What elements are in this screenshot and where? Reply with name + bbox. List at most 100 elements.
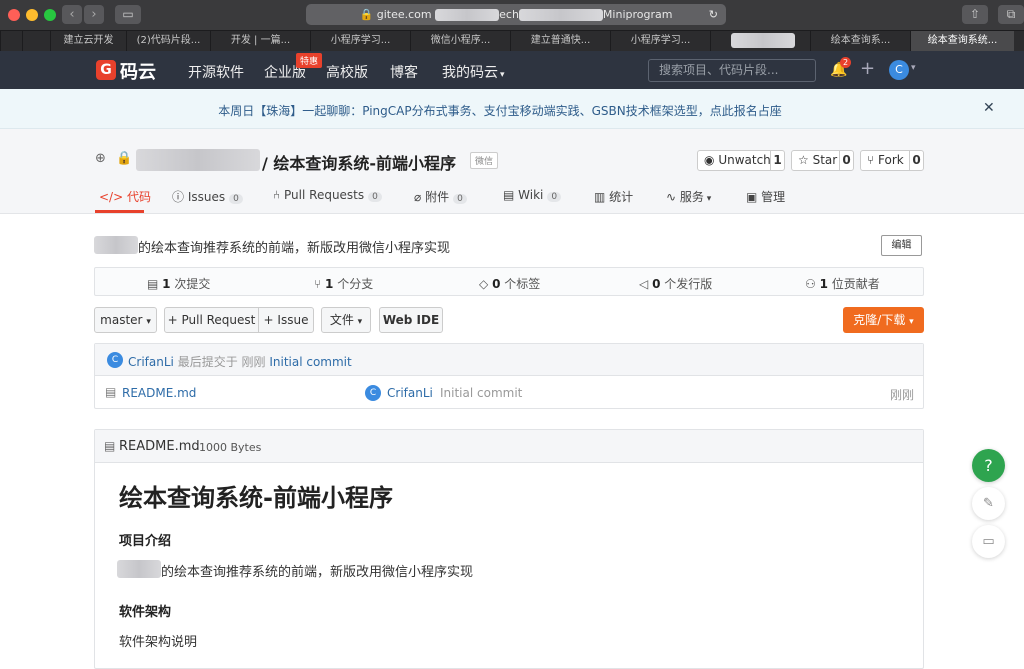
nav-university[interactable]: 高校版 (326, 62, 368, 82)
browser-tab[interactable] (710, 31, 810, 51)
tab-services[interactable]: ∿ 服务 ▾ (666, 188, 711, 205)
chevron-down-icon: ▾ (500, 70, 505, 80)
lock-icon: 🔒 (359, 8, 374, 21)
nav-my-gitee[interactable]: 我的码云 ▾ (442, 62, 505, 82)
redacted-owner (136, 149, 260, 171)
tab-manage[interactable]: ▣ 管理 (746, 188, 785, 205)
chevron-down-icon[interactable]: ▾ (911, 63, 916, 73)
new-pull-request-button[interactable]: + Pull Request (164, 307, 259, 333)
stat-tags[interactable]: ◇ 0 个标签 (479, 275, 540, 292)
minimize-window-button[interactable] (26, 9, 38, 21)
star-count[interactable]: 0 (839, 151, 853, 170)
fork-button[interactable]: ⑂ Fork 0 (860, 150, 924, 171)
browser-tab[interactable] (22, 31, 50, 51)
readme-filename: README.md (119, 439, 200, 454)
chat-icon[interactable]: ▭ (972, 525, 1005, 558)
avatar[interactable]: C (365, 385, 381, 401)
new-issue-button[interactable]: + Issue (258, 307, 314, 333)
stat-contributors[interactable]: ⚇ 1 位贡献者 (805, 275, 880, 292)
nav-opensource[interactable]: 开源软件 (188, 62, 244, 82)
file-author-link[interactable]: CrifanLi (387, 386, 433, 400)
readme-size: 1000 Bytes (199, 441, 262, 454)
browser-tab-active[interactable]: 绘本查询系统... (910, 31, 1014, 51)
stat-number: 0 (652, 277, 661, 291)
forward-button[interactable]: › (84, 5, 104, 24)
redacted-url (518, 9, 603, 21)
stat-number: 0 (492, 277, 501, 291)
stat-branches[interactable]: ⑂ 1 个分支 (314, 275, 373, 292)
browser-tab[interactable]: 绘本查询系... (810, 31, 910, 51)
commit-message-link[interactable]: Initial commit (269, 355, 351, 369)
clone-download-button[interactable]: 克隆/下载 ▾ (843, 307, 924, 333)
files-menu-button[interactable]: 文件 ▾ (321, 307, 371, 333)
stat-releases[interactable]: ◁ 0 个发行版 (639, 275, 712, 292)
repo-stats-bar: ▤ 1 次提交 ⑂ 1 个分支 ◇ 0 个标签 ◁ 0 个发行版 ⚇ 1 位贡献… (94, 267, 924, 296)
tab-pull-requests[interactable]: ⑃ Pull Requests 0 (273, 188, 382, 202)
stat-label: 位贡献者 (831, 277, 880, 291)
browser-tab[interactable]: 建立云开发 (50, 31, 126, 51)
browser-tab[interactable] (0, 31, 22, 51)
unwatch-button[interactable]: ◉ Unwatch 1 (697, 150, 785, 171)
tab-label: 代码 (126, 190, 151, 204)
nav-my-gitee-label: 我的码云 (442, 65, 498, 81)
share-icon[interactable]: ⇧ (962, 5, 988, 24)
browser-tab[interactable]: 小程序学习... (310, 31, 410, 51)
avatar[interactable]: C (107, 352, 123, 368)
fork-label: Fork (878, 153, 904, 167)
repo-header: ⊕ 🔒 / 绘本查询系统-前端小程序 微信 ◉ Unwatch 1 ☆ Star 0… (0, 129, 1024, 214)
gitee-logo-icon[interactable]: G (96, 60, 116, 80)
tabs-overview-icon[interactable]: ⧉ (998, 5, 1024, 24)
tab-wiki[interactable]: ▤ Wiki 0 (503, 188, 562, 202)
file-name-link[interactable]: README.md (122, 386, 196, 400)
stat-label: 次提交 (174, 277, 211, 291)
address-bar[interactable]: 🔒 gitee.com ech Miniprogram ↻ (306, 4, 726, 25)
feedback-edit-icon[interactable]: ✎ (972, 487, 1005, 520)
browser-tab[interactable]: 微信小程序... (410, 31, 510, 51)
back-button[interactable]: ‹ (62, 5, 82, 24)
browser-tab[interactable]: (2)代码片段... (126, 31, 210, 51)
zoom-window-button[interactable] (44, 9, 56, 21)
tab-issues[interactable]: ⓘ Issues 0 (172, 188, 243, 205)
tab-count: 0 (368, 192, 382, 202)
lock-icon: 🔒 (116, 151, 133, 166)
file-commit-message[interactable]: Initial commit (440, 386, 522, 400)
tab-attachments[interactable]: ⌀ 附件 0 (414, 188, 467, 205)
file-commit-time: 刚刚 (890, 388, 915, 402)
browser-tab[interactable]: 开发 | 一篇... (210, 31, 310, 51)
site-logo-text[interactable]: 码云 (120, 58, 156, 84)
announcement-link[interactable]: 本周日【珠海】一起聊聊：PingCAP分布式事务、支付宝移动端实践、GSBN技术… (0, 102, 1000, 119)
nav-blog[interactable]: 博客 (390, 62, 418, 82)
commit-meta: 最后提交于 刚刚 (177, 355, 266, 369)
tab-stats[interactable]: ▥ 统计 (594, 188, 633, 205)
sidebar-toggle-icon[interactable]: ▭ (115, 5, 141, 24)
plus-icon[interactable]: + (860, 58, 875, 79)
edit-description-button[interactable]: 编辑 (881, 235, 922, 256)
repo-title[interactable]: / 绘本查询系统-前端小程序 (262, 150, 456, 174)
fork-count[interactable]: 0 (909, 151, 923, 170)
tab-label: Wiki (518, 188, 544, 202)
star-button[interactable]: ☆ Star 0 (791, 150, 854, 171)
browser-toolbar: ‹ › ▭ 🔒 gitee.com ech Miniprogram ↻ ⇧ ⧉ (0, 0, 1024, 30)
tab-code[interactable]: </> 代码 (99, 188, 151, 205)
repo-tag-badge[interactable]: 微信 (470, 152, 499, 169)
browser-tab[interactable]: 小程序学习... (610, 31, 710, 51)
stat-commits[interactable]: ▤ 1 次提交 (147, 275, 210, 292)
watch-count[interactable]: 1 (770, 151, 784, 170)
branch-icon: ⑂ (314, 277, 322, 291)
commit-author-link[interactable]: CrifanLi (128, 355, 174, 369)
close-icon[interactable]: ✕ (983, 100, 995, 116)
branch-select[interactable]: master ▾ (94, 307, 157, 333)
close-window-button[interactable] (8, 9, 20, 21)
tag-icon: ◇ (479, 277, 489, 291)
user-avatar[interactable]: C (889, 60, 909, 80)
stat-number: 1 (162, 277, 171, 291)
reload-icon[interactable]: ↻ (709, 4, 718, 25)
stat-label: 个发行版 (664, 277, 713, 291)
settings-doc-icon: ▣ (746, 190, 758, 204)
help-button[interactable]: ? (972, 449, 1005, 482)
web-ide-button[interactable]: Web IDE (379, 307, 443, 333)
file-list: C CrifanLi 最后提交于 刚刚 Initial commit ▤ REA… (94, 343, 924, 409)
browser-tab[interactable]: 建立普通快... (510, 31, 610, 51)
unwatch-label: Unwatch (718, 153, 771, 167)
search-input[interactable]: 搜索项目、代码片段... (648, 59, 816, 82)
